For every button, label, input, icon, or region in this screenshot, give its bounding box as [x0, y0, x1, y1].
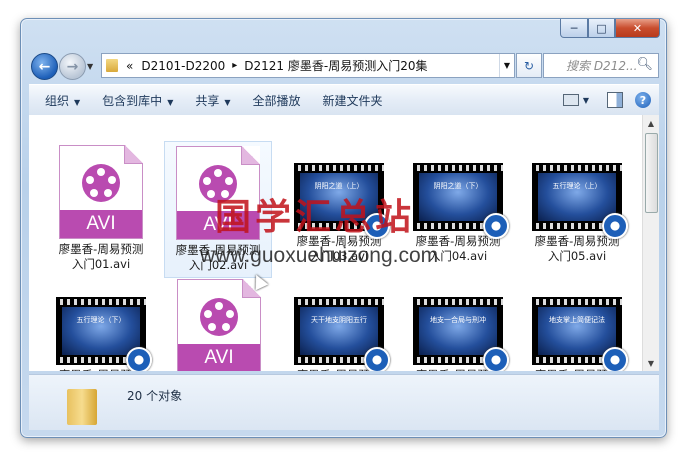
file-item[interactable]: AVI 廖墨香-周易预测 入门01.avi — [46, 141, 156, 276]
item-count: 20 个对象 — [127, 389, 183, 403]
refresh-button[interactable]: ↻ — [516, 53, 542, 78]
window-controls: ─ □ ✕ — [560, 19, 660, 38]
details-pane: 20 个对象 — [29, 374, 659, 430]
command-bar: 组织 ▼ 包含到库中 ▼ 共享 ▼ 全部播放 新建文件夹 ▼ ? — [29, 84, 659, 116]
breadcrumb-d2121[interactable]: D2121 廖墨香-周易预测入门20集 — [244, 57, 427, 74]
watermark-url: www.guoxuehuizong.com — [200, 244, 439, 267]
scroll-down-arrow[interactable]: ▼ — [643, 355, 659, 371]
thumbnail-title: 阴阳之道（下） — [433, 182, 483, 190]
video-thumbnail: 天干地支阴阳五行 — [294, 297, 390, 371]
address-prefix[interactable]: « — [126, 59, 133, 73]
folder-icon — [106, 59, 118, 72]
video-thumbnail: 阴阳之道（下） — [413, 163, 509, 239]
media-player-icon — [602, 213, 628, 239]
scroll-up-arrow[interactable]: ▲ — [643, 115, 659, 131]
file-item[interactable]: 五行理论（下）廖墨香-周易预测 — [46, 275, 156, 371]
media-player-icon — [602, 347, 628, 371]
thumbnail-title: 五行理论（上） — [552, 182, 602, 190]
organize-menu[interactable]: 组织 ▼ — [45, 92, 80, 109]
chevron-down-icon: ▼ — [74, 97, 81, 107]
search-icon: 🔍︎ — [636, 57, 653, 72]
new-folder-button[interactable]: 新建文件夹 — [323, 92, 383, 109]
help-icon[interactable]: ? — [635, 92, 651, 108]
file-item[interactable]: 天干地支阴阳五行廖墨香-周易预测 — [284, 275, 394, 371]
avi-label: AVI — [60, 210, 142, 238]
folder-icon — [67, 389, 97, 425]
close-button[interactable]: ✕ — [615, 19, 660, 38]
recent-pages-dropdown[interactable]: ▼ — [87, 62, 93, 71]
search-input[interactable]: 搜索 D212... 🔍︎ — [543, 53, 659, 78]
file-item[interactable]: 地支掌上简便记法廖墨香-周易预测 — [522, 275, 632, 371]
forward-button[interactable]: → — [59, 53, 86, 80]
avi-file-icon: AVI — [59, 145, 143, 239]
file-list: ▲ ▼ AVI 廖墨香-周易预测 入门01.avi AVI 廖墨香-周易预测 入门02.a… — [29, 115, 659, 371]
navigation-bar: ← → ▼ « D2101-D2200 ▸ D2121 廖墨香-周易预测入门20… — [29, 51, 659, 81]
media-player-icon — [126, 347, 152, 371]
vertical-scrollbar[interactable]: ▲ ▼ — [642, 115, 659, 371]
file-name: 廖墨香-周易预测 入门01.avi — [58, 242, 144, 271]
address-bar[interactable]: « D2101-D2200 ▸ D2121 廖墨香-周易预测入门20集 ▼ — [101, 53, 515, 78]
include-in-library-menu[interactable]: 包含到库中 ▼ — [102, 92, 173, 109]
chevron-down-icon: ▼ — [167, 97, 174, 107]
address-dropdown[interactable]: ▼ — [499, 54, 514, 77]
back-button[interactable]: ← — [31, 53, 58, 80]
breadcrumb-d2101[interactable]: D2101-D2200 — [141, 59, 225, 73]
play-all-button[interactable]: 全部播放 — [253, 92, 301, 109]
video-thumbnail: 地支掌上简便记法 — [532, 297, 628, 371]
scroll-thumb[interactable] — [645, 133, 658, 213]
media-player-icon — [483, 213, 509, 239]
search-placeholder: 搜索 D212... — [566, 59, 638, 73]
preview-pane-icon[interactable] — [607, 92, 623, 108]
share-menu[interactable]: 共享 ▼ — [195, 92, 230, 109]
change-view-icon[interactable] — [562, 94, 579, 106]
media-player-icon — [483, 347, 509, 371]
chevron-down-icon: ▼ — [224, 97, 231, 107]
file-item[interactable]: 地支一合局与刑冲廖墨香-周易预测 — [403, 275, 513, 371]
video-thumbnail: 地支一合局与刑冲 — [413, 297, 509, 371]
thumbnail-title: 天干地支阴阳五行 — [311, 316, 367, 324]
file-item[interactable]: 五行理论（上） 廖墨香-周易预测 入门05.avi — [522, 141, 632, 276]
avi-file-icon: AVI — [177, 279, 261, 371]
watermark-title: 国学汇总站 — [215, 196, 416, 238]
thumbnail-title: 五行理论（下） — [76, 316, 126, 324]
view-dropdown[interactable]: ▼ — [583, 96, 589, 105]
video-thumbnail: 五行理论（上） — [532, 163, 628, 239]
video-thumbnail: 五行理论（下） — [56, 297, 152, 371]
thumbnail-title: 地支掌上简便记法 — [549, 316, 605, 324]
minimize-button[interactable]: ─ — [560, 19, 588, 38]
thumbnail-title: 地支一合局与刑冲 — [430, 316, 486, 324]
avi-label: AVI — [178, 344, 260, 371]
media-player-icon — [364, 347, 390, 371]
maximize-button[interactable]: □ — [588, 19, 615, 38]
breadcrumb-separator[interactable]: ▸ — [232, 60, 237, 71]
